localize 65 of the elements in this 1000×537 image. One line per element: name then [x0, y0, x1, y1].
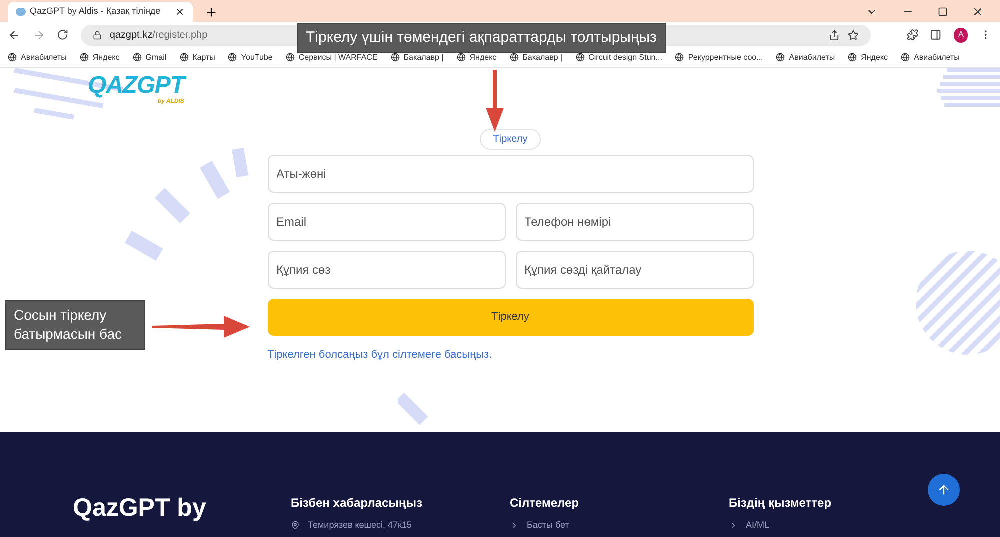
globe-icon — [901, 53, 910, 62]
bookmark-item[interactable]: Яндекс — [456, 52, 497, 64]
globe-icon — [848, 53, 858, 62]
globe-icon — [132, 53, 142, 62]
input-field[interactable]: Email — [268, 203, 506, 241]
globe-icon — [675, 53, 684, 62]
bookmark-item[interactable]: Авиабилеты — [776, 52, 836, 64]
footer-column-title: Бізбен хабарласыңыз — [291, 495, 424, 512]
bookmark-item[interactable]: Яндекс — [848, 52, 888, 64]
globe-icon — [510, 53, 519, 62]
close-icon[interactable] — [972, 6, 984, 18]
globe-icon — [776, 53, 786, 62]
section-badge: Тіркелу — [480, 129, 541, 150]
close-icon[interactable] — [175, 7, 185, 17]
globe-icon — [456, 53, 466, 62]
bookmark-item[interactable]: Авиабилеты — [8, 52, 67, 64]
footer-column-title: Біздің қызметтер — [729, 495, 833, 512]
share-icon[interactable] — [828, 30, 840, 40]
annotation-tooltip: Сосын тіркелу батырмасын бас — [5, 300, 145, 350]
footer-link[interactable]: AI/ML — [746, 520, 770, 530]
footer-brand: QazGPT by — [73, 494, 208, 522]
new-tab-icon[interactable] — [205, 6, 218, 19]
bookmark-item[interactable]: Бакалавр | — [510, 52, 563, 64]
reload-icon[interactable] — [57, 29, 69, 41]
bookmark-item[interactable]: Gmail — [132, 52, 167, 64]
back-icon[interactable] — [8, 28, 21, 42]
annotation-arrow — [484, 70, 506, 132]
bookmark-item[interactable]: Карты — [180, 52, 216, 64]
globe-icon — [80, 53, 89, 62]
favicon-icon — [16, 8, 26, 16]
bookmark-item[interactable]: YouTube — [228, 52, 273, 64]
side-panel-icon[interactable] — [930, 29, 942, 41]
chevron-icon — [729, 520, 738, 530]
url-text: qazgpt.kz/register.php — [110, 28, 208, 42]
bookmark-item[interactable]: Авиабилеты — [901, 52, 960, 64]
globe-icon — [576, 53, 585, 62]
maximize-icon[interactable] — [938, 7, 948, 17]
login-link[interactable]: Тіркелген болсаңыз бұл сілтемеге басыңыз. — [268, 347, 754, 364]
annotation-tooltip: Тіркелу үшін төмендегі ақпараттарды толтырыңыз — [297, 23, 666, 53]
bookmark-item[interactable]: Бакалавр | — [390, 52, 444, 64]
footer-link[interactable]: Басты бет — [527, 520, 570, 530]
chevron-icon — [510, 520, 519, 530]
input-field[interactable]: Құпия сөз — [268, 251, 506, 289]
location-icon — [291, 520, 300, 530]
browser-tab[interactable]: QazGPT by Aldis - Қазақ тілінде — [8, 2, 193, 22]
profile-avatar[interactable]: A — [954, 28, 968, 42]
input-field[interactable]: Телефон нөмірі — [516, 203, 754, 241]
input-field[interactable]: Аты-жөні — [268, 155, 754, 193]
input-field[interactable]: Құпия сөзді қайталау — [516, 251, 754, 289]
globe-icon — [8, 53, 17, 62]
bookmark-item[interactable]: Яндекс — [80, 52, 120, 64]
footer-column-title: Сілтемелер — [510, 495, 580, 512]
globe-icon — [390, 53, 400, 62]
lock-icon — [92, 30, 102, 40]
globe-icon — [286, 53, 295, 62]
star-icon[interactable] — [848, 30, 859, 40]
bookmark-item[interactable]: Рекуррентные соо... — [675, 52, 764, 64]
globe-icon — [228, 53, 238, 62]
globe-icon — [180, 53, 189, 62]
logo-text: QAZGPT — [88, 74, 184, 98]
bookmark-item[interactable]: Сервисы | WARFACE — [286, 52, 378, 64]
extensions-icon[interactable] — [906, 29, 918, 41]
tab-title: QazGPT by Aldis - Қазақ тілінде — [30, 5, 162, 18]
register-button[interactable]: Тіркелу — [268, 299, 754, 336]
bookmark-item[interactable]: Circuit design Stun... — [576, 52, 662, 64]
